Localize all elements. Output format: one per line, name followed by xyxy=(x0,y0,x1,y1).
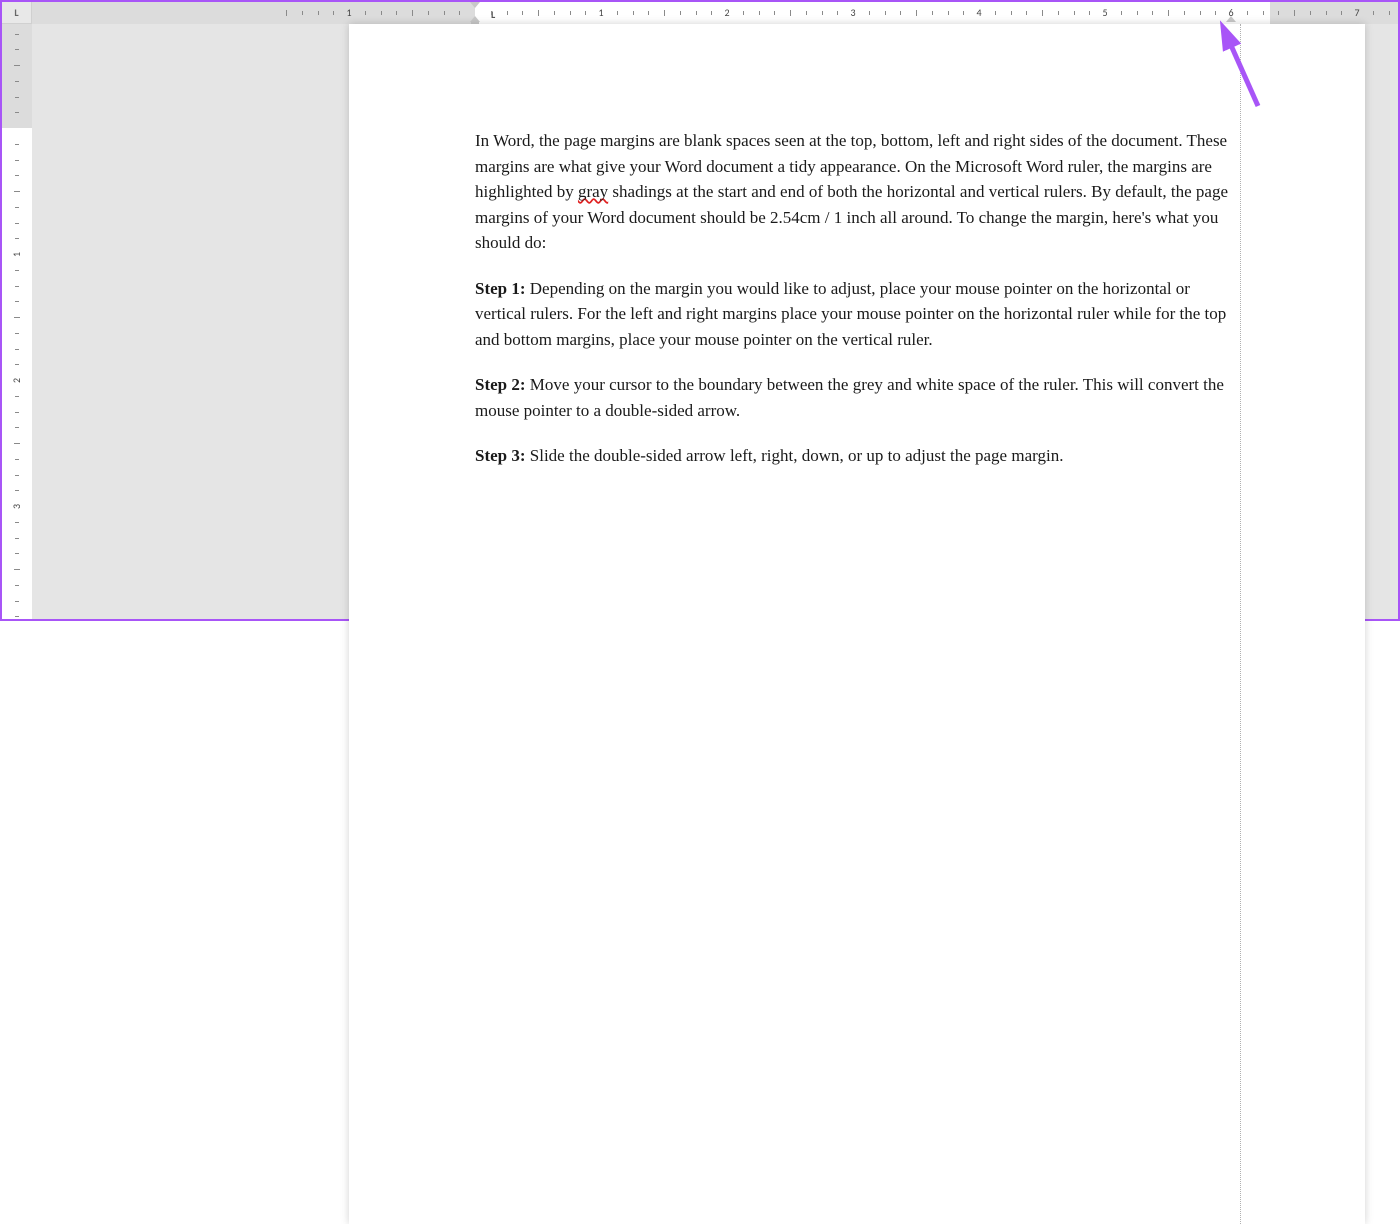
right-margin-guide xyxy=(1240,24,1241,1224)
document-body-text[interactable]: In Word, the page margins are blank spac… xyxy=(475,128,1239,489)
document-paragraph[interactable]: In Word, the page margins are blank spac… xyxy=(475,128,1239,256)
document-paragraph[interactable]: Step 2: Move your cursor to the boundary… xyxy=(475,372,1239,423)
h-ruler-left-margin xyxy=(32,2,475,24)
hanging-indent-marker[interactable] xyxy=(470,16,480,22)
vertical-ruler[interactable]: 1 2 3 xyxy=(2,24,32,619)
v-ruler-number: 3 xyxy=(11,499,23,513)
h-ruler-number: 2 xyxy=(717,7,737,19)
document-paragraph[interactable]: Step 3: Slide the double-sided arrow lef… xyxy=(475,443,1239,469)
h-ruler-number: 1 xyxy=(339,7,359,19)
tab-selector[interactable]: L xyxy=(2,2,32,24)
tab-selector-glyph: L xyxy=(14,6,18,19)
h-ruler-number: 1 xyxy=(591,7,611,19)
h-ruler-right-margin xyxy=(1270,2,1398,24)
document-paragraph[interactable]: Step 1: Depending on the margin you woul… xyxy=(475,276,1239,353)
h-ruler-number: 3 xyxy=(843,7,863,19)
v-ruler-number: 1 xyxy=(11,247,23,261)
horizontal-ruler[interactable]: L 11234567 xyxy=(32,2,1398,24)
v-ruler-number: 2 xyxy=(11,373,23,387)
h-ruler-number: 4 xyxy=(969,7,989,19)
document-workspace: In Word, the page margins are blank spac… xyxy=(32,24,1398,619)
first-line-indent-marker[interactable] xyxy=(470,2,480,8)
h-ruler-number: 7 xyxy=(1347,7,1367,19)
h-ruler-number: 5 xyxy=(1095,7,1115,19)
h-ruler-number: 6 xyxy=(1221,7,1241,19)
document-page[interactable]: In Word, the page margins are blank spac… xyxy=(349,24,1365,1224)
h-ruler-body xyxy=(475,2,1398,24)
